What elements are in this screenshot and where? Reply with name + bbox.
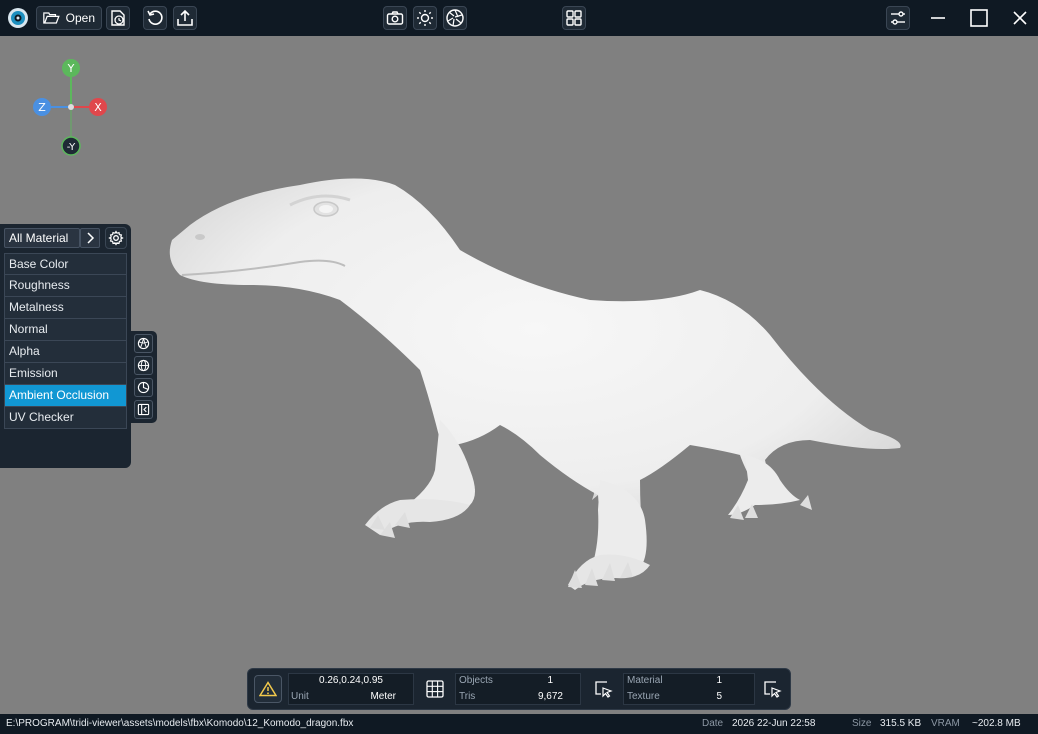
- material-value: 1: [716, 675, 722, 686]
- globe-icon: [137, 359, 150, 372]
- date-label: Date: [702, 718, 724, 729]
- panel-collapse-icon: [137, 403, 150, 416]
- y-axis-handle[interactable]: Y: [62, 59, 80, 77]
- layout-button[interactable]: [562, 6, 586, 30]
- x-axis-handle[interactable]: X: [89, 98, 107, 116]
- aperture-icon: [446, 9, 464, 27]
- upload-icon: [177, 9, 193, 26]
- unit-label: Unit: [291, 691, 309, 702]
- y-axis-label: Y: [67, 62, 75, 75]
- recent-files-button[interactable]: [106, 6, 130, 30]
- tris-label: Tris: [459, 691, 476, 702]
- maximize-button[interactable]: [967, 6, 991, 30]
- x-axis-label: X: [94, 101, 102, 114]
- export-button[interactable]: [173, 6, 197, 30]
- screenshot-button[interactable]: [383, 6, 407, 30]
- sliders-icon: [891, 11, 905, 25]
- top-toolbar: Open: [0, 0, 1038, 36]
- channel-alpha[interactable]: Alpha: [4, 341, 127, 363]
- z-axis-label: Z: [38, 101, 46, 114]
- material-select[interactable]: All Material: [4, 228, 80, 248]
- sphere-wire-icon: [137, 337, 150, 350]
- open-button-label: Open: [65, 11, 95, 25]
- pie-icon: [137, 381, 150, 394]
- select-object-button[interactable]: [591, 677, 615, 701]
- environment-toggle[interactable]: [134, 356, 153, 375]
- texture-value: 5: [716, 691, 722, 702]
- view-mode-toolstrip: [130, 331, 157, 423]
- neg-y-axis-handle[interactable]: -Y: [61, 136, 81, 156]
- material-channel-panel: All Material Base Color Roughness Metaln…: [0, 224, 131, 468]
- channel-base-color[interactable]: Base Color: [4, 253, 127, 275]
- cursor-select-icon: [595, 681, 613, 698]
- open-button[interactable]: Open: [36, 6, 102, 30]
- rotate-ccw-icon: [147, 10, 163, 25]
- channel-emission[interactable]: Emission: [4, 363, 127, 385]
- gear-icon: [108, 230, 124, 246]
- objects-label: Objects: [459, 675, 493, 686]
- material-settings-button[interactable]: [105, 227, 127, 249]
- next-material-button[interactable]: [80, 228, 100, 248]
- size-value: 315.5 KB: [880, 718, 922, 729]
- status-bar: E:\PROGRAM\tridi-viewer\assets\models\fb…: [0, 714, 1038, 734]
- grid-icon: [426, 680, 444, 698]
- render-settings-button[interactable]: [443, 6, 467, 30]
- chevron-right-icon: [87, 232, 95, 244]
- date-value: 2026 22-Jun 22:58: [732, 718, 816, 729]
- sun-icon: [417, 10, 433, 26]
- reset-view-button[interactable]: [143, 6, 167, 30]
- scene-stats-bar: 0.26,0.24,0.95 Unit Meter Objects 1 Tris…: [247, 668, 791, 710]
- app-logo-icon[interactable]: [4, 6, 32, 30]
- channel-metalness[interactable]: Metalness: [4, 297, 127, 319]
- tris-value: 9,672: [537, 691, 563, 702]
- camera-icon: [386, 11, 404, 25]
- shading-toggle[interactable]: [134, 378, 153, 397]
- objects-value: 1: [547, 675, 553, 686]
- neg-y-axis-label: -Y: [67, 142, 76, 153]
- z-axis-handle[interactable]: Z: [33, 98, 51, 116]
- minimize-icon: [931, 17, 945, 19]
- warning-icon: [259, 681, 277, 697]
- grid-toggle-button[interactable]: [423, 677, 447, 701]
- close-icon: [1013, 11, 1027, 25]
- maximize-icon: [970, 9, 988, 27]
- collapse-panel-button[interactable]: [134, 400, 153, 419]
- file-path: E:\PROGRAM\tridi-viewer\assets\models\fb…: [6, 718, 354, 729]
- cursor-select-icon: [764, 681, 782, 698]
- vram-value: ~202.8 MB: [972, 718, 1021, 729]
- close-button[interactable]: [1008, 6, 1032, 30]
- channel-normal[interactable]: Normal: [4, 319, 127, 341]
- lighting-button[interactable]: [413, 6, 437, 30]
- channel-roughness[interactable]: Roughness: [4, 275, 127, 297]
- warnings-button[interactable]: [254, 675, 282, 703]
- channel-uv-checker[interactable]: UV Checker: [4, 407, 127, 429]
- texture-label: Texture: [627, 691, 660, 702]
- channel-ambient-occlusion[interactable]: Ambient Occlusion: [4, 385, 127, 407]
- size-label: Size: [852, 718, 872, 729]
- file-history-icon: [111, 10, 125, 26]
- dimensions-value: 0.26,0.24,0.95: [319, 675, 383, 686]
- minimize-button[interactable]: [926, 6, 950, 30]
- axis-gizmo[interactable]: Y X Z -Y: [28, 56, 118, 156]
- wireframe-toggle[interactable]: [134, 334, 153, 353]
- material-channel-list: Base Color Roughness Metalness Normal Al…: [4, 253, 127, 429]
- folder-open-icon: [43, 12, 60, 24]
- vram-label: VRAM: [931, 718, 960, 729]
- settings-button[interactable]: [886, 6, 910, 30]
- unit-value: Meter: [370, 691, 396, 702]
- select-material-button[interactable]: [760, 677, 784, 701]
- material-label: Material: [627, 675, 663, 686]
- grid-layout-icon: [566, 10, 582, 26]
